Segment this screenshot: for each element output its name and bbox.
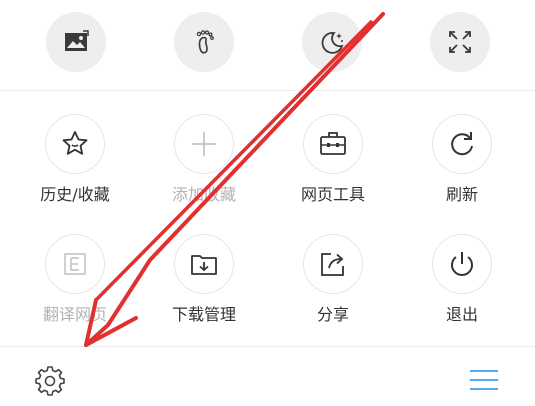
plus-icon	[192, 132, 216, 156]
menu-item-share[interactable]: 分享	[283, 234, 383, 344]
night-mode-button[interactable]	[302, 12, 362, 72]
menu-item-label: 下载管理	[171, 305, 236, 324]
refresh-icon	[451, 132, 473, 156]
menu-item-web-tools[interactable]: 网页工具	[283, 114, 383, 224]
share-icon	[321, 253, 344, 276]
hamburger-icon	[470, 370, 498, 390]
gear-icon	[35, 366, 65, 396]
menu-item-exit[interactable]: 退出	[412, 234, 512, 344]
history-favorites-button[interactable]	[45, 114, 105, 174]
browser-menu-panel: 历史/收藏 添加收藏 网页工具 刷新 翻译网页 下载管理 分享 退出	[0, 0, 535, 406]
translate-button[interactable]	[45, 234, 105, 294]
menu-item-label: 刷新	[445, 185, 478, 204]
toolbox-icon	[320, 132, 346, 155]
menu-item-label: 历史/收藏	[40, 185, 110, 204]
translate-icon	[64, 253, 86, 275]
menu-item-label: 分享	[316, 305, 349, 324]
power-icon	[451, 252, 473, 276]
moon-stars-icon	[321, 32, 344, 54]
fullscreen-button[interactable]	[430, 12, 490, 72]
download-folder-icon	[191, 255, 217, 275]
menu-item-label: 添加收藏	[171, 185, 236, 204]
web-tools-button[interactable]	[303, 114, 363, 174]
menu-item-downloads[interactable]: 下载管理	[154, 234, 254, 344]
add-favorite-button[interactable]	[174, 114, 234, 174]
exit-button[interactable]	[432, 234, 492, 294]
footprint-icon	[196, 30, 214, 54]
menu-item-add-favorite[interactable]: 添加收藏	[154, 114, 254, 224]
menu-item-history-favorites[interactable]: 历史/收藏	[25, 114, 125, 224]
footprint-button[interactable]	[174, 12, 234, 72]
menu-item-label: 翻译网页	[42, 305, 107, 324]
downloads-button[interactable]	[174, 234, 234, 294]
image-icon	[65, 30, 89, 51]
quick-actions-row	[0, 0, 535, 90]
share-button[interactable]	[303, 234, 363, 294]
expand-arrows-icon	[449, 31, 471, 53]
settings-button[interactable]	[30, 361, 70, 401]
divider	[0, 90, 535, 91]
bottom-bar	[0, 346, 535, 406]
menu-item-translate[interactable]: 翻译网页	[25, 234, 125, 344]
menu-item-label: 网页工具	[300, 185, 365, 204]
menu-item-refresh[interactable]: 刷新	[412, 114, 512, 224]
image-mode-button[interactable]	[46, 12, 106, 72]
refresh-button[interactable]	[432, 114, 492, 174]
menu-toggle-button[interactable]	[462, 362, 506, 398]
star-icon	[62, 131, 88, 155]
menu-item-label: 退出	[445, 305, 478, 324]
